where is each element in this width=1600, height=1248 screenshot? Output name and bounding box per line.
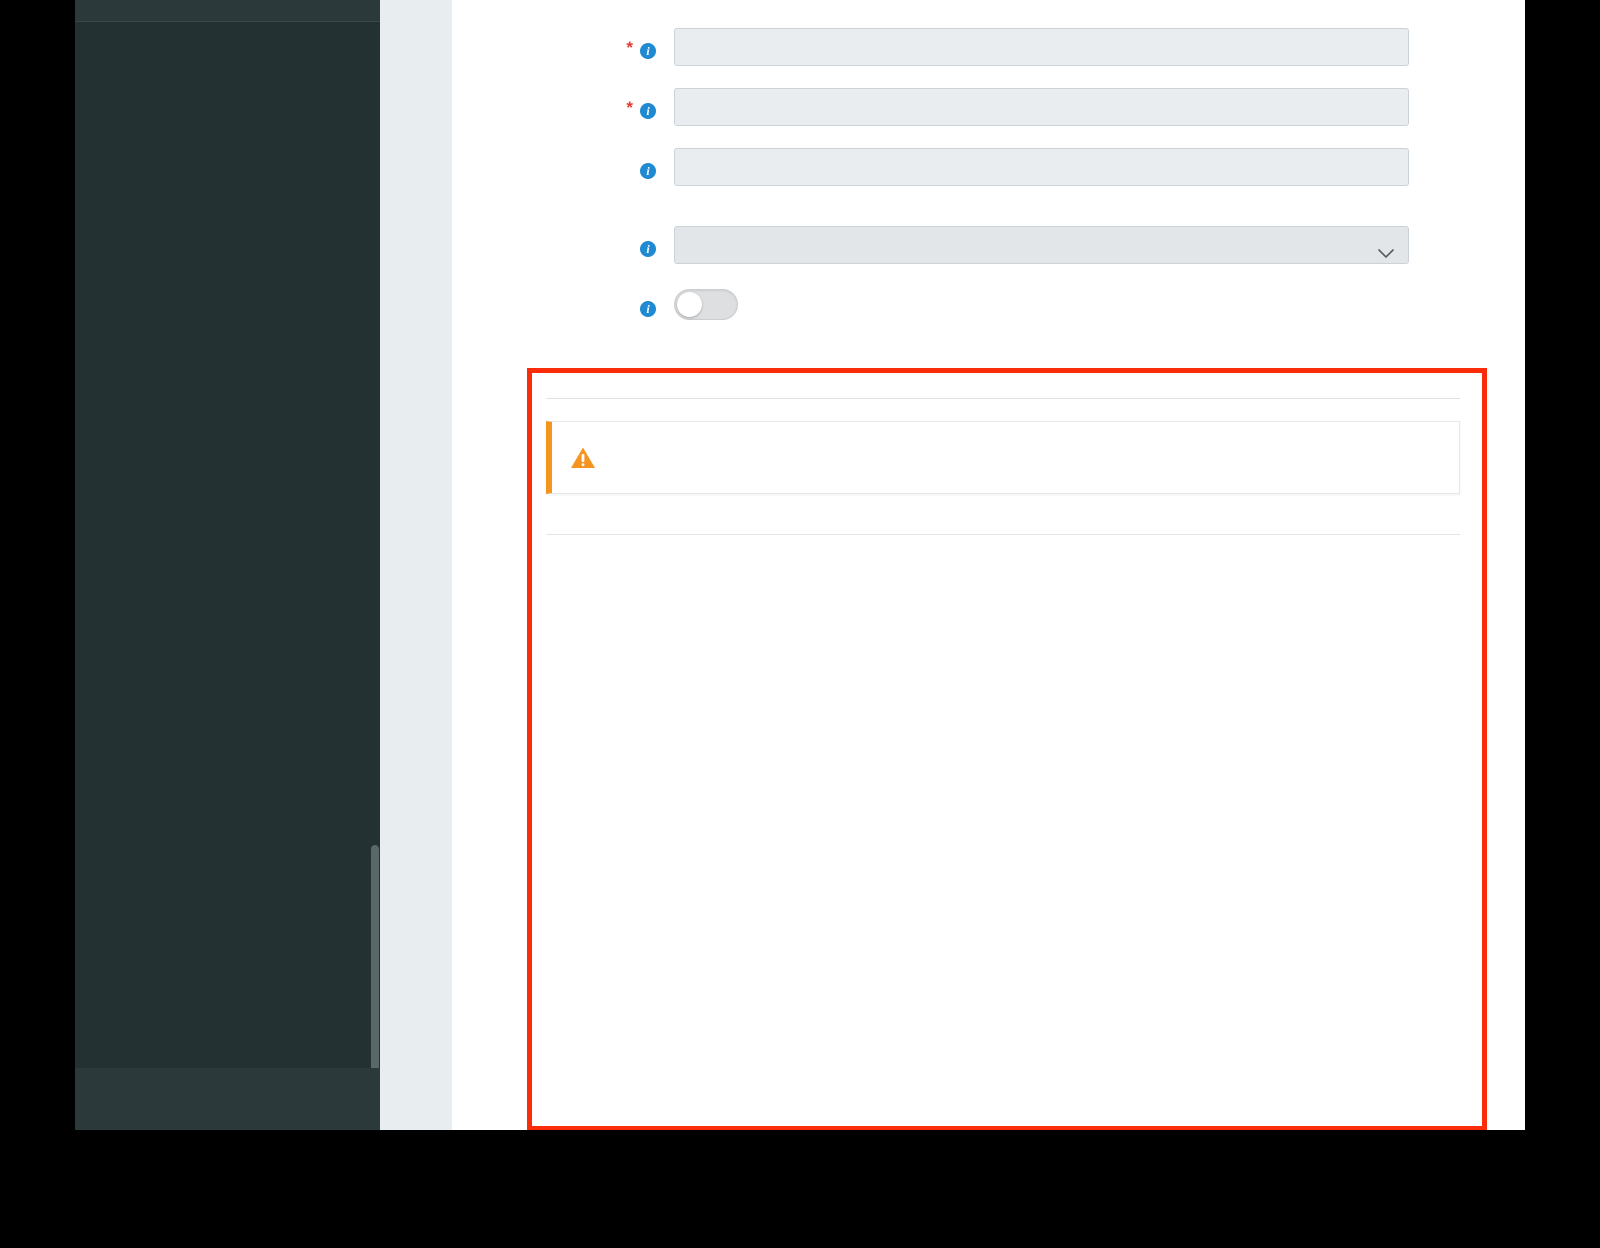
- field-row-tenant: i: [452, 226, 1525, 264]
- select-tenant[interactable]: [674, 226, 1409, 264]
- input-id[interactable]: [674, 28, 1409, 66]
- toggle-knob: [677, 292, 702, 317]
- input-description[interactable]: [674, 148, 1409, 186]
- field-row-id: * i: [452, 28, 1525, 66]
- sidebar-nav-scroll[interactable]: [75, 23, 380, 1068]
- label-key: * i: [452, 88, 674, 119]
- info-icon-description[interactable]: i: [640, 163, 656, 179]
- info-icon-tenant[interactable]: i: [640, 241, 656, 257]
- label-id: * i: [452, 28, 674, 59]
- info-icon-key[interactable]: i: [640, 103, 656, 119]
- endpoints-title: [546, 387, 1460, 399]
- info-icon-key-manager[interactable]: i: [640, 301, 656, 317]
- label-description: i: [452, 148, 674, 179]
- label-key-manager: i: [452, 289, 674, 317]
- toggle-key-manager[interactable]: [674, 289, 738, 320]
- column-header-endpoint: [546, 521, 1460, 535]
- super-user-warning: [546, 421, 1460, 494]
- label-tenant: i: [452, 226, 674, 257]
- field-row-key: * i: [452, 88, 1525, 126]
- main-content: * i * i i i i: [452, 0, 1525, 1130]
- endpoints-panel: [527, 368, 1487, 1130]
- field-row-description: i: [452, 148, 1525, 186]
- endpoints-table[interactable]: [546, 521, 1460, 535]
- warning-icon: [570, 446, 596, 474]
- field-row-key-manager: i: [452, 289, 1525, 320]
- required-marker-id: *: [626, 38, 633, 57]
- endpoints-table-header-row: [546, 521, 1460, 535]
- input-key[interactable]: [674, 88, 1409, 126]
- chevron-down-icon: [1378, 237, 1394, 263]
- app-page: * i * i i i i: [75, 0, 1525, 1130]
- sidebar: [75, 0, 380, 1130]
- sidebar-footer: [75, 1068, 380, 1130]
- sidebar-scrollbar-thumb[interactable]: [371, 845, 379, 1080]
- sidebar-top-strip: [75, 0, 380, 22]
- required-marker-key: *: [626, 98, 633, 117]
- info-icon-id[interactable]: i: [640, 43, 656, 59]
